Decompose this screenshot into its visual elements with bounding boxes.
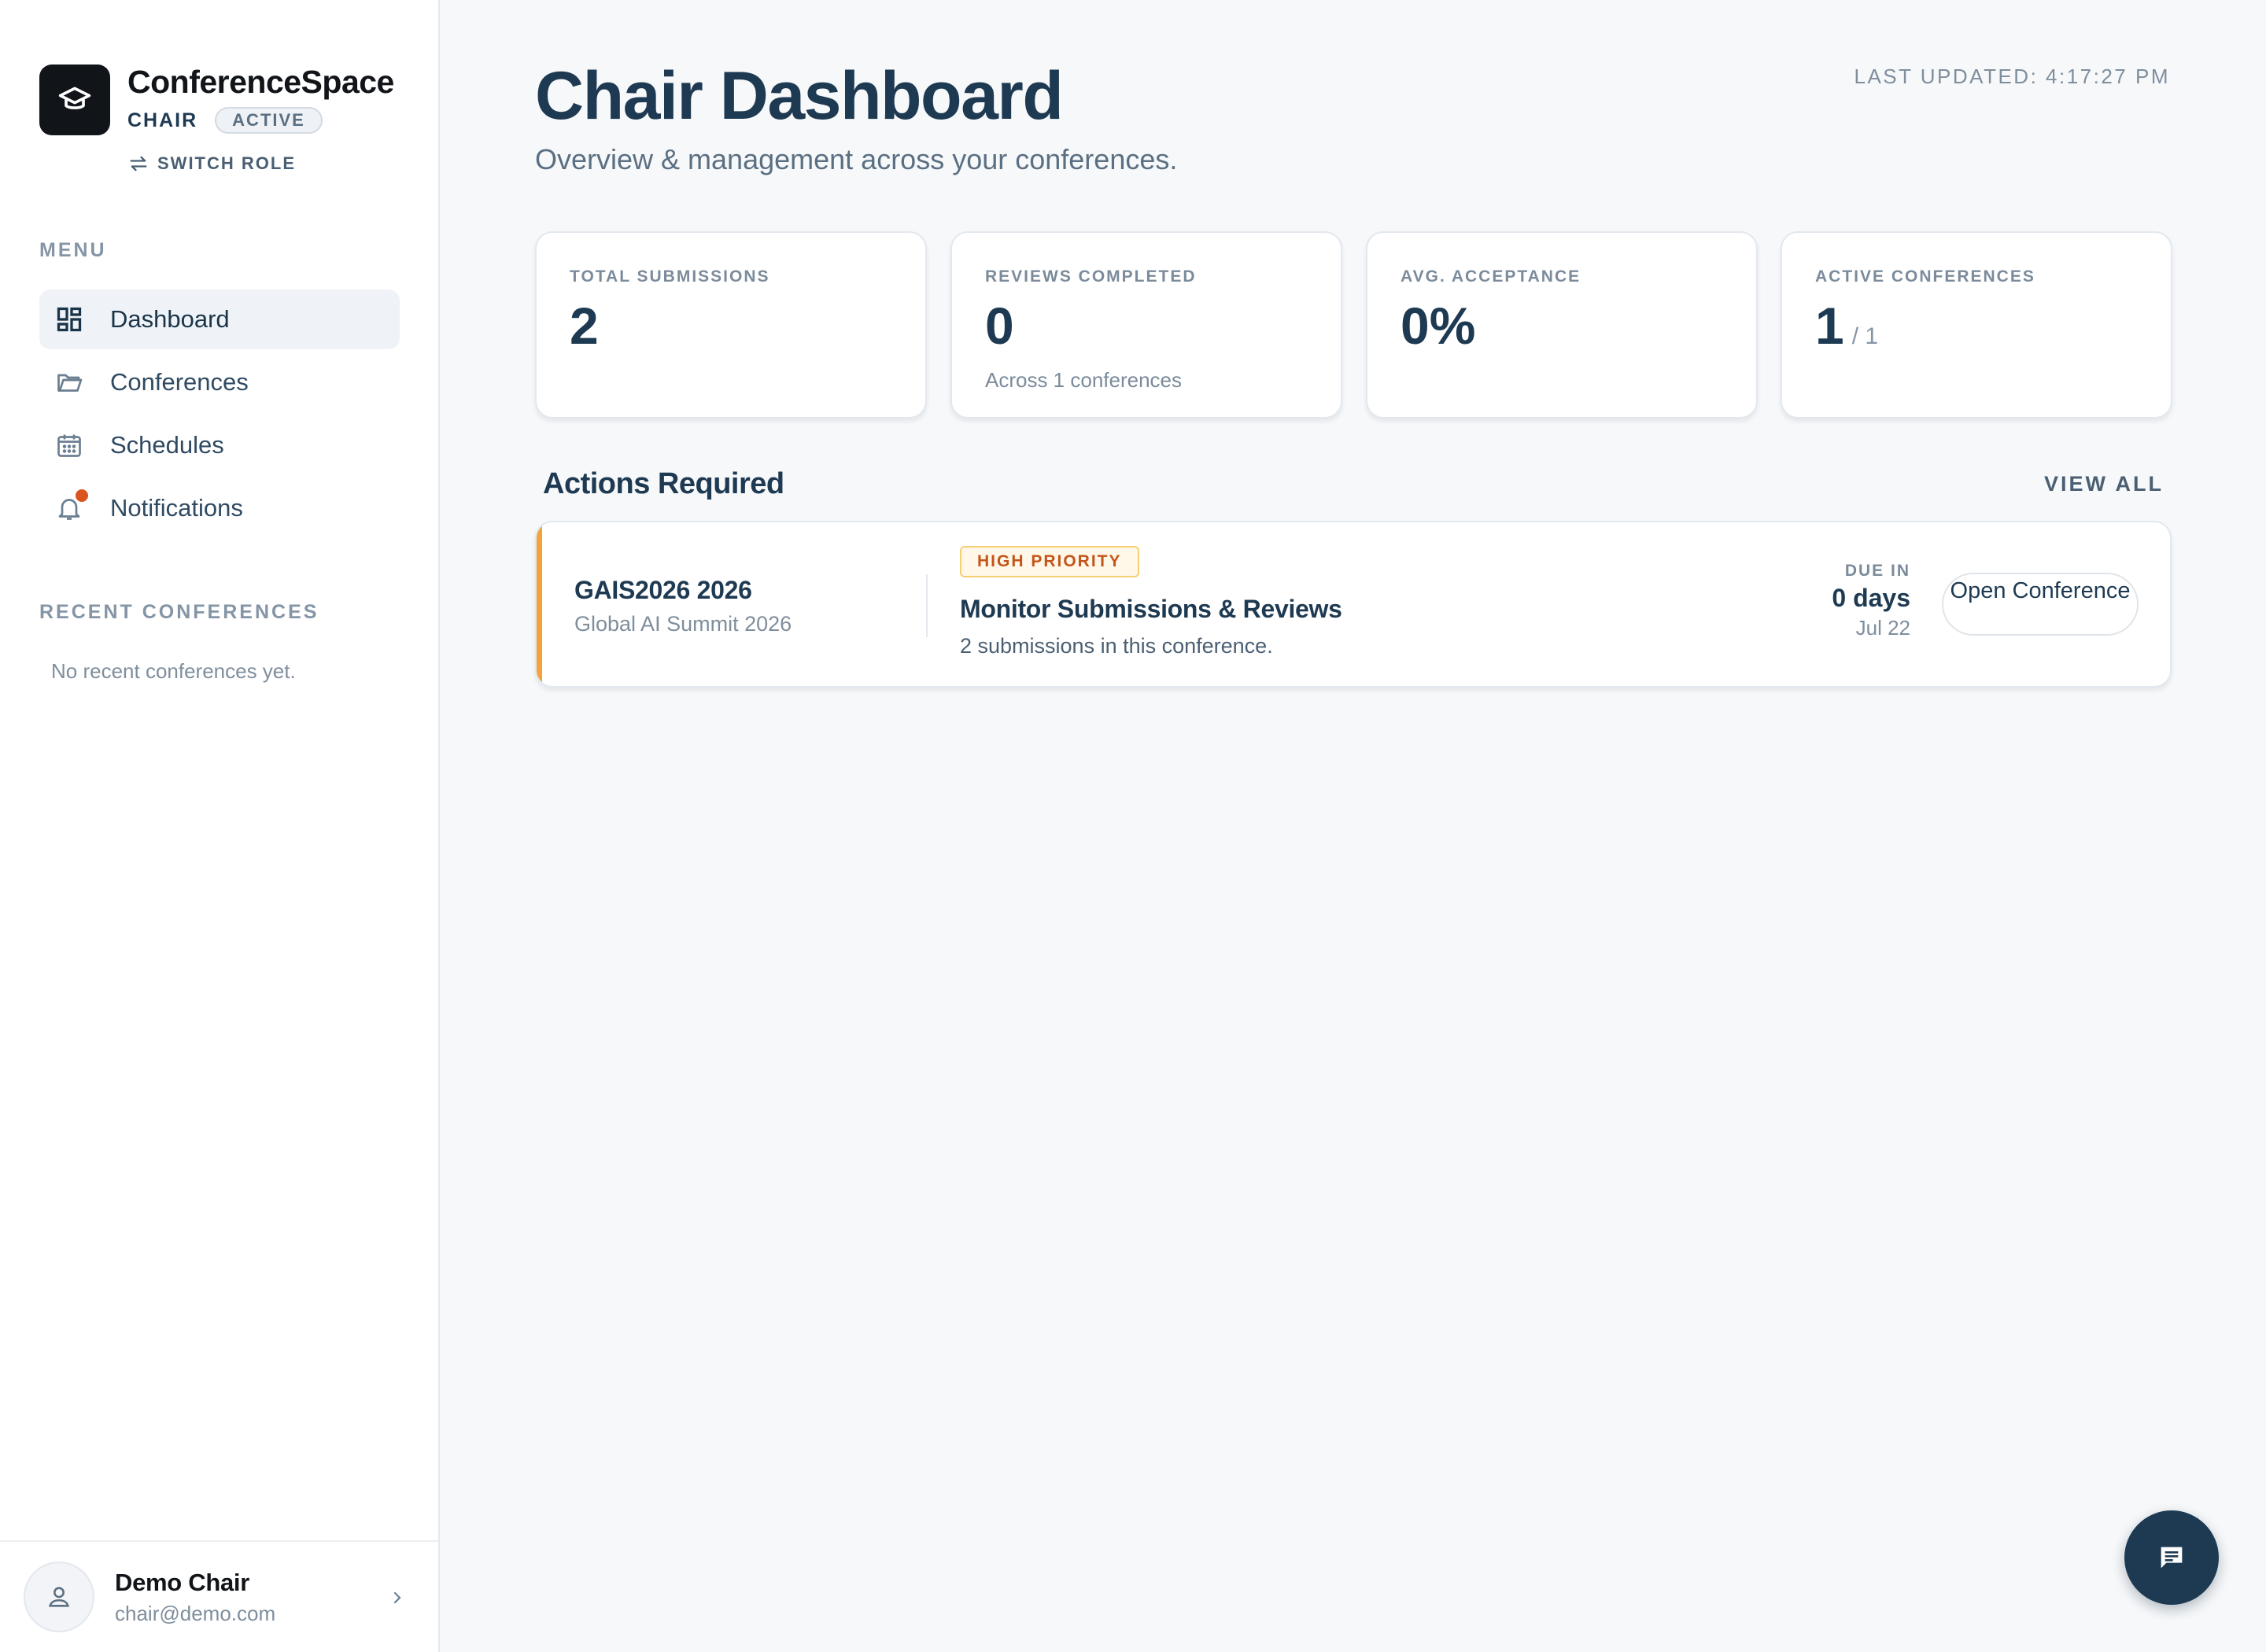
switch-role-button[interactable]: SWITCH ROLE <box>127 153 394 175</box>
stat-value: 2 <box>570 297 599 355</box>
graduation-cap-logo-icon[interactable] <box>39 65 110 135</box>
due-date: Jul 22 <box>1855 616 1910 640</box>
sidebar-item-notifications[interactable]: Notifications <box>39 478 400 538</box>
stat-label: REVIEWS COMPLETED <box>985 267 1197 286</box>
swap-arrows-icon <box>130 156 147 171</box>
conference-code: GAIS2026 2026 <box>574 576 752 604</box>
stat-label: TOTAL SUBMISSIONS <box>570 267 770 286</box>
switch-role-label: SWITCH ROLE <box>157 153 296 173</box>
stat-subtext: Across 1 conferences <box>985 368 1183 392</box>
stat-card-total-submissions: TOTAL SUBMISSIONS 2 <box>535 231 927 419</box>
calendar-icon <box>54 430 85 461</box>
chat-icon <box>2161 1547 2183 1569</box>
bell-icon <box>54 489 88 524</box>
action-title: Monitor Submissions & Reviews <box>960 595 1342 623</box>
stat-card-avg-acceptance: AVG. ACCEPTANCE 0% <box>1366 231 1758 419</box>
open-conference-button[interactable]: Open Conference <box>1942 573 2139 636</box>
stat-card-reviews-completed: REVIEWS COMPLETED 0 Across 1 conferences <box>950 231 1342 419</box>
page-title: Chair Dashboard <box>535 58 1064 134</box>
page-subtitle: Overview & management across your confer… <box>535 143 1178 175</box>
stat-value-number: 1 <box>1815 297 1844 355</box>
dashboard-icon <box>54 304 85 335</box>
sidebar-item-label: Conferences <box>110 368 249 396</box>
sidebar-item-label: Notifications <box>110 494 243 522</box>
last-updated-timestamp: LAST UPDATED: 4:17:27 PM <box>1854 65 2170 88</box>
app-name: ConferenceSpace <box>127 64 394 100</box>
stat-value-total: / 1 <box>1851 323 1879 349</box>
user-icon <box>49 1587 69 1607</box>
stat-value: 0 <box>985 297 1014 355</box>
avatar <box>24 1562 94 1632</box>
recent-conferences-label: RECENT CONFERENCES <box>39 601 319 623</box>
notification-dot <box>76 489 88 502</box>
stat-card-active-conferences: ACTIVE CONFERENCES 1 / 1 <box>1781 231 2172 419</box>
priority-badge: HIGH PRIORITY <box>960 546 1139 577</box>
role-status-badge: ACTIVE <box>215 107 323 134</box>
sidebar-item-schedules[interactable]: Schedules <box>39 415 400 475</box>
due-days: 0 days <box>1832 584 1910 612</box>
user-profile-button[interactable]: Demo Chair chair@demo.com <box>0 1540 438 1652</box>
chat-fab-button[interactable] <box>2124 1510 2219 1605</box>
sidebar-item-label: Dashboard <box>110 305 230 333</box>
stat-value: 1 / 1 <box>1815 297 2171 365</box>
chevron-right-icon <box>393 1591 401 1604</box>
folder-icon <box>54 367 85 398</box>
stat-label: AVG. ACCEPTANCE <box>1401 267 1581 286</box>
divider <box>926 574 928 637</box>
stat-label: ACTIVE CONFERENCES <box>1815 267 2035 286</box>
action-card: GAIS2026 2026 Global AI Summit 2026 HIGH… <box>535 521 2172 688</box>
stat-value: 0% <box>1401 297 1476 355</box>
view-all-link[interactable]: VIEW ALL <box>2044 472 2164 496</box>
user-email: chair@demo.com <box>115 1601 276 1625</box>
user-name: Demo Chair <box>115 1568 249 1596</box>
sidebar-item-dashboard[interactable]: Dashboard <box>39 289 400 349</box>
sidebar-item-conferences[interactable]: Conferences <box>39 352 400 412</box>
menu-section-label: MENU <box>39 239 107 261</box>
due-block: DUE IN 0 days Jul 22 <box>1832 562 1910 640</box>
priority-accent-bar <box>537 522 542 686</box>
recent-conferences-empty: No recent conferences yet. <box>51 659 296 683</box>
due-label: DUE IN <box>1844 562 1910 580</box>
conference-name: Global AI Summit 2026 <box>574 612 792 636</box>
sidebar-menu: Dashboard Conferences Schedules Notifica… <box>39 289 400 541</box>
sidebar-item-label: Schedules <box>110 431 224 459</box>
brand: ConferenceSpace CHAIR ACTIVE SWITCH ROLE <box>39 65 394 175</box>
current-role: CHAIR <box>127 109 198 131</box>
sidebar: ConferenceSpace CHAIR ACTIVE SWITCH ROLE… <box>0 0 440 1652</box>
actions-required-title: Actions Required <box>543 467 784 500</box>
action-description: 2 submissions in this conference. <box>960 634 1273 658</box>
